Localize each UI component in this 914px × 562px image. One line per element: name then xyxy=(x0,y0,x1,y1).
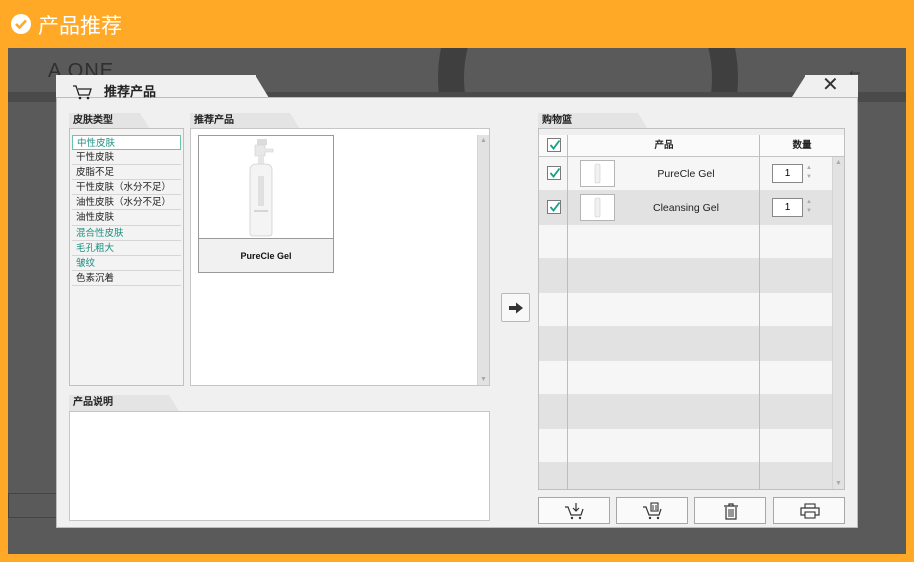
cart-add-button[interactable] xyxy=(538,497,610,524)
quantity-input[interactable]: 1 xyxy=(772,164,803,183)
empty-table-row xyxy=(539,429,832,463)
check-icon xyxy=(549,139,561,150)
check-icon xyxy=(549,167,561,178)
empty-table-row xyxy=(539,395,832,429)
cart-add-icon xyxy=(565,503,584,520)
skin-type-item[interactable]: 毛孔粗大 xyxy=(72,241,181,256)
delete-button[interactable] xyxy=(694,497,766,524)
skin-type-item[interactable]: 油性皮肤 xyxy=(72,210,181,226)
cart-remove-icon xyxy=(643,502,662,520)
trash-icon xyxy=(724,503,738,520)
check-circle-icon xyxy=(11,14,31,34)
skin-type-item[interactable]: 色素沉着 xyxy=(72,271,181,286)
arrow-right-icon xyxy=(509,302,523,314)
empty-table-row xyxy=(539,225,832,259)
product-card[interactable]: PureCle Gel xyxy=(198,135,334,273)
empty-table-row xyxy=(539,259,832,293)
skin-type-item[interactable]: 干性皮肤（水分不足） xyxy=(72,180,181,196)
cart-icon xyxy=(73,85,92,100)
cart-table-header: 产品 数量 xyxy=(539,135,844,157)
cart-scrollbar[interactable]: ▲ ▼ xyxy=(832,157,844,489)
cart-label: 购物篮 xyxy=(538,113,638,129)
skin-type-list: 中性皮肤 干性皮肤 皮脂不足 干性皮肤（水分不足） 油性皮肤（水分不足） 油性皮肤 混合性皮… xyxy=(69,128,184,386)
skin-type-item[interactable]: 干性皮肤 xyxy=(72,150,181,166)
row-checkbox[interactable] xyxy=(547,166,561,180)
product-bottle-image xyxy=(249,139,274,237)
check-icon xyxy=(549,201,561,212)
product-description-box xyxy=(69,411,490,521)
table-row[interactable]: PureCle Gel 1 ▲ ▼ xyxy=(539,157,832,191)
cart-label-edge xyxy=(638,113,648,129)
close-button[interactable]: ✕ xyxy=(822,74,839,96)
column-divider xyxy=(567,135,568,489)
quantity-stepper[interactable]: ▲ ▼ xyxy=(804,198,814,217)
skin-type-item[interactable]: 中性皮肤 xyxy=(72,135,181,151)
header-product: 产品 xyxy=(568,135,760,157)
page-title: 产品推荐 xyxy=(38,14,122,38)
cart-item-name: Cleansing Gel xyxy=(653,202,719,214)
skin-type-label: 皮肤类型 xyxy=(69,113,140,129)
product-description-label: 产品说明 xyxy=(69,395,169,411)
product-description-label-edge xyxy=(169,395,179,411)
table-row[interactable]: Cleansing Gel 1 ▲ ▼ xyxy=(539,191,832,225)
empty-table-row xyxy=(539,327,832,361)
column-divider xyxy=(759,135,760,489)
empty-table-row xyxy=(539,463,832,489)
header-quantity: 数量 xyxy=(760,135,844,157)
recommended-products-label-edge xyxy=(290,113,300,129)
empty-table-row xyxy=(539,361,832,395)
dialog-title: 推荐产品 xyxy=(104,84,157,99)
print-button[interactable] xyxy=(773,497,845,524)
close-tab-edge xyxy=(792,75,806,97)
cart-remove-button[interactable] xyxy=(616,497,688,524)
skin-type-item[interactable]: 皮脂不足 xyxy=(72,165,181,181)
row-checkbox[interactable] xyxy=(547,200,561,214)
select-all-checkbox[interactable] xyxy=(547,138,561,152)
skin-type-item[interactable]: 油性皮肤（水分不足） xyxy=(72,195,181,211)
skin-type-item[interactable]: 皱纹 xyxy=(72,256,181,271)
app-header: 产品推荐 xyxy=(0,0,914,48)
empty-table-row xyxy=(539,293,832,327)
products-scrollbar[interactable]: ▲ ▼ xyxy=(477,135,489,385)
quantity-stepper[interactable]: ▲ ▼ xyxy=(804,164,814,183)
skin-type-item[interactable]: 混合性皮肤 xyxy=(72,226,181,241)
skin-type-label-edge xyxy=(140,113,150,129)
print-icon xyxy=(800,503,820,519)
quantity-input[interactable]: 1 xyxy=(772,198,803,217)
cart-table: PureCle Gel 1 ▲ ▼ Cleansing Gel 1 ▲ ▼ 产品 数量 ▲ ▼ xyxy=(538,128,845,490)
add-to-cart-button[interactable] xyxy=(501,293,530,322)
product-card-name: PureCle Gel xyxy=(199,238,333,272)
recommended-products-label: 推荐产品 xyxy=(190,113,290,129)
cart-item-name: PureCle Gel xyxy=(657,168,715,180)
dialog-title-tab-edge xyxy=(255,75,269,98)
